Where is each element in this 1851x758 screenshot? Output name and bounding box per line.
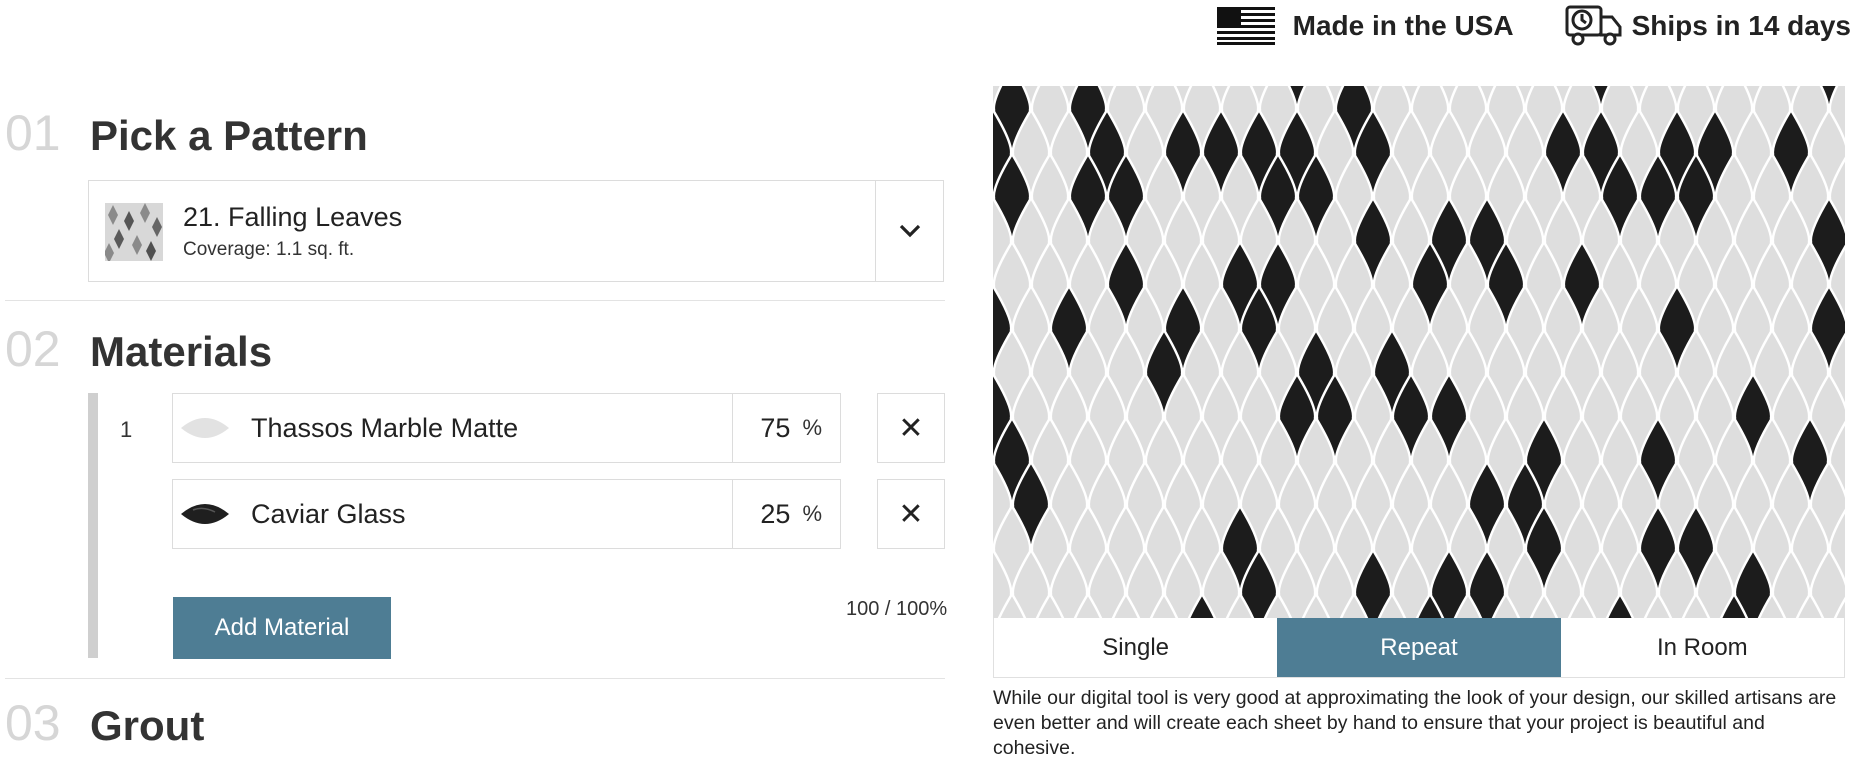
tab-in-room[interactable]: In Room — [1561, 618, 1844, 677]
pattern-info: 21. Falling Leaves Coverage: 1.1 sq. ft. — [183, 181, 875, 281]
close-icon: ✕ — [898, 411, 924, 445]
material-percent-value[interactable]: 25 — [760, 499, 790, 530]
tab-single[interactable]: Single — [994, 618, 1277, 677]
add-material-button[interactable]: Add Material — [173, 597, 391, 659]
material-row: Caviar Glass 25 % — [172, 479, 841, 549]
step-number: 02 — [5, 321, 61, 377]
trust-badges: Made in the USA Ships in 14 days — [1167, 0, 1851, 52]
remove-material-button[interactable]: ✕ — [877, 479, 945, 549]
step-title: Grout — [90, 702, 205, 749]
view-mode-tabs: Single Repeat In Room — [993, 618, 1845, 678]
percent-sign: % — [802, 415, 822, 440]
material-swatch — [181, 418, 229, 438]
step-number: 03 — [5, 695, 61, 751]
step-number: 01 — [5, 105, 61, 161]
material-total: 100 / 100% — [846, 598, 948, 620]
section-divider — [5, 300, 945, 301]
made-in-usa-badge: Made in the USA — [1216, 7, 1514, 45]
shipping-badge: Ships in 14 days — [1564, 3, 1851, 49]
material-name: Thassos Marble Matte — [251, 412, 519, 443]
disclaimer-text: While our digital tool is very good at a… — [993, 687, 1837, 758]
pattern-coverage: Coverage: 1.1 sq. ft. — [183, 238, 355, 260]
material-name: Caviar Glass — [251, 498, 406, 529]
shipping-label: Ships in 14 days — [1631, 10, 1851, 41]
step-grout: 03 Grout — [5, 694, 204, 752]
remove-material-button[interactable]: ✕ — [877, 393, 945, 463]
step-materials: 02 Materials — [5, 320, 272, 378]
pattern-preview-canvas — [993, 86, 1845, 618]
material-row: Thassos Marble Matte 75 % — [172, 393, 841, 463]
pattern-preview — [993, 86, 1845, 618]
pattern-name: 21. Falling Leaves — [183, 201, 403, 232]
pattern-thumbnail — [105, 203, 163, 261]
made-in-usa-label: Made in the USA — [1292, 10, 1514, 41]
chevron-down-icon — [899, 224, 920, 238]
pattern-dropdown-toggle[interactable] — [875, 181, 943, 281]
tab-repeat[interactable]: Repeat — [1277, 618, 1561, 677]
material-percent-field[interactable]: 75 % — [732, 394, 840, 462]
step-title: Pick a Pattern — [90, 112, 368, 159]
close-icon: ✕ — [898, 497, 924, 531]
section-divider — [5, 678, 945, 679]
material-group-index: 1 — [120, 417, 133, 442]
step-title: Materials — [90, 328, 273, 375]
material-group-bar — [88, 393, 98, 658]
step-pick-pattern: 01 Pick a Pattern — [5, 104, 368, 162]
us-flag-icon — [1216, 7, 1275, 45]
material-swatch — [181, 504, 229, 524]
delivery-truck-icon — [1565, 5, 1622, 46]
percent-sign: % — [802, 501, 822, 526]
pattern-selector[interactable]: 21. Falling Leaves Coverage: 1.1 sq. ft. — [88, 180, 944, 282]
material-percent-value[interactable]: 75 — [760, 413, 790, 444]
material-percent-field[interactable]: 25 % — [732, 480, 840, 548]
